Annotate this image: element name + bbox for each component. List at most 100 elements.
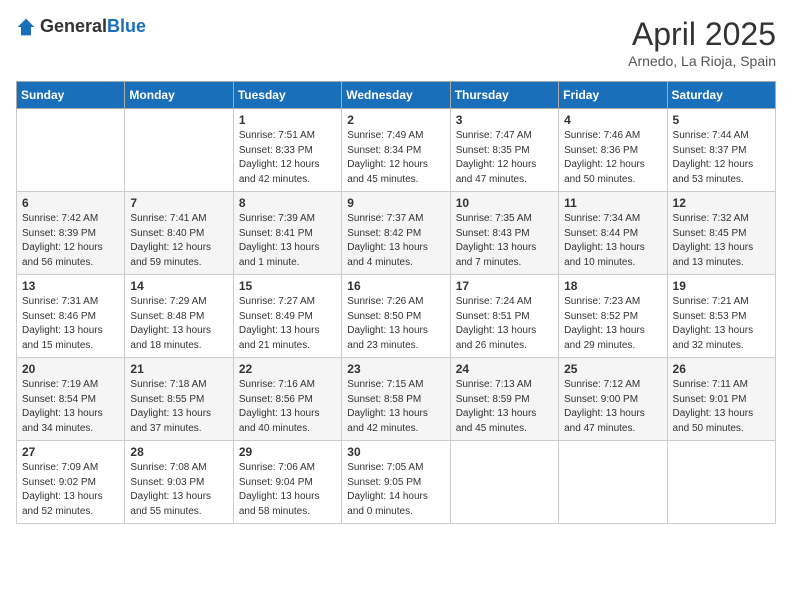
col-header-saturday: Saturday bbox=[667, 82, 775, 109]
calendar-cell: 27 Sunrise: 7:09 AMSunset: 9:02 PMDayligh… bbox=[17, 441, 125, 524]
calendar-cell: 16 Sunrise: 7:26 AMSunset: 8:50 PMDayligh… bbox=[342, 275, 450, 358]
calendar-week-row: 6 Sunrise: 7:42 AMSunset: 8:39 PMDaylight… bbox=[17, 192, 776, 275]
day-info: Sunrise: 7:09 AMSunset: 9:02 PMDaylight:… bbox=[22, 461, 119, 519]
day-number: 23 bbox=[347, 362, 444, 376]
calendar-cell: 24 Sunrise: 7:13 AMSunset: 8:59 PMDayligh… bbox=[450, 358, 558, 441]
day-number: 25 bbox=[564, 362, 661, 376]
day-info: Sunrise: 7:26 AMSunset: 8:50 PMDaylight:… bbox=[347, 295, 444, 353]
day-number: 29 bbox=[239, 445, 336, 459]
day-info: Sunrise: 7:21 AMSunset: 8:53 PMDaylight:… bbox=[673, 295, 770, 353]
day-info: Sunrise: 7:47 AMSunset: 8:35 PMDaylight:… bbox=[456, 129, 553, 187]
calendar-cell: 12 Sunrise: 7:32 AMSunset: 8:45 PMDayligh… bbox=[667, 192, 775, 275]
day-info: Sunrise: 7:23 AMSunset: 8:52 PMDaylight:… bbox=[564, 295, 661, 353]
day-number: 19 bbox=[673, 279, 770, 293]
day-number: 1 bbox=[239, 113, 336, 127]
day-number: 2 bbox=[347, 113, 444, 127]
day-info: Sunrise: 7:11 AMSunset: 9:01 PMDaylight:… bbox=[673, 378, 770, 436]
day-info: Sunrise: 7:16 AMSunset: 8:56 PMDaylight:… bbox=[239, 378, 336, 436]
day-info: Sunrise: 7:37 AMSunset: 8:42 PMDaylight:… bbox=[347, 212, 444, 270]
day-info: Sunrise: 7:32 AMSunset: 8:45 PMDaylight:… bbox=[673, 212, 770, 270]
day-info: Sunrise: 7:41 AMSunset: 8:40 PMDaylight:… bbox=[130, 212, 227, 270]
day-number: 26 bbox=[673, 362, 770, 376]
logo-icon bbox=[16, 17, 36, 37]
col-header-wednesday: Wednesday bbox=[342, 82, 450, 109]
calendar-cell: 6 Sunrise: 7:42 AMSunset: 8:39 PMDaylight… bbox=[17, 192, 125, 275]
day-info: Sunrise: 7:13 AMSunset: 8:59 PMDaylight:… bbox=[456, 378, 553, 436]
col-header-sunday: Sunday bbox=[17, 82, 125, 109]
calendar-cell bbox=[125, 109, 233, 192]
calendar-table: SundayMondayTuesdayWednesdayThursdayFrid… bbox=[16, 81, 776, 524]
day-info: Sunrise: 7:05 AMSunset: 9:05 PMDaylight:… bbox=[347, 461, 444, 519]
logo-blue: Blue bbox=[107, 16, 146, 36]
day-number: 28 bbox=[130, 445, 227, 459]
day-number: 15 bbox=[239, 279, 336, 293]
calendar-cell: 9 Sunrise: 7:37 AMSunset: 8:42 PMDaylight… bbox=[342, 192, 450, 275]
day-number: 24 bbox=[456, 362, 553, 376]
calendar-cell: 17 Sunrise: 7:24 AMSunset: 8:51 PMDayligh… bbox=[450, 275, 558, 358]
col-header-monday: Monday bbox=[125, 82, 233, 109]
day-info: Sunrise: 7:42 AMSunset: 8:39 PMDaylight:… bbox=[22, 212, 119, 270]
calendar-cell: 19 Sunrise: 7:21 AMSunset: 8:53 PMDayligh… bbox=[667, 275, 775, 358]
day-info: Sunrise: 7:19 AMSunset: 8:54 PMDaylight:… bbox=[22, 378, 119, 436]
day-number: 27 bbox=[22, 445, 119, 459]
logo: GeneralBlue bbox=[16, 16, 146, 37]
calendar-week-row: 27 Sunrise: 7:09 AMSunset: 9:02 PMDayligh… bbox=[17, 441, 776, 524]
day-number: 6 bbox=[22, 196, 119, 210]
col-header-friday: Friday bbox=[559, 82, 667, 109]
calendar-cell: 22 Sunrise: 7:16 AMSunset: 8:56 PMDayligh… bbox=[233, 358, 341, 441]
calendar-cell bbox=[17, 109, 125, 192]
day-info: Sunrise: 7:39 AMSunset: 8:41 PMDaylight:… bbox=[239, 212, 336, 270]
day-number: 7 bbox=[130, 196, 227, 210]
day-info: Sunrise: 7:51 AMSunset: 8:33 PMDaylight:… bbox=[239, 129, 336, 187]
day-info: Sunrise: 7:44 AMSunset: 8:37 PMDaylight:… bbox=[673, 129, 770, 187]
day-number: 18 bbox=[564, 279, 661, 293]
calendar-cell: 8 Sunrise: 7:39 AMSunset: 8:41 PMDaylight… bbox=[233, 192, 341, 275]
day-number: 8 bbox=[239, 196, 336, 210]
day-info: Sunrise: 7:06 AMSunset: 9:04 PMDaylight:… bbox=[239, 461, 336, 519]
calendar-cell: 4Sunrise: 7:46 AMSunset: 8:36 PMDaylight… bbox=[559, 109, 667, 192]
calendar-cell: 28Sunrise: 7:08 AMSunset: 9:03 PMDayligh… bbox=[125, 441, 233, 524]
calendar-cell bbox=[667, 441, 775, 524]
calendar-cell: 18 Sunrise: 7:23 AMSunset: 8:52 PMDayligh… bbox=[559, 275, 667, 358]
calendar-cell: 21Sunrise: 7:18 AMSunset: 8:55 PMDayligh… bbox=[125, 358, 233, 441]
day-info: Sunrise: 7:46 AMSunset: 8:36 PMDaylight:… bbox=[564, 129, 661, 187]
day-number: 11 bbox=[564, 196, 661, 210]
day-info: Sunrise: 7:24 AMSunset: 8:51 PMDaylight:… bbox=[456, 295, 553, 353]
day-number: 16 bbox=[347, 279, 444, 293]
calendar-cell: 5 Sunrise: 7:44 AMSunset: 8:37 PMDaylight… bbox=[667, 109, 775, 192]
calendar-cell: 30Sunrise: 7:05 AMSunset: 9:05 PMDayligh… bbox=[342, 441, 450, 524]
day-number: 12 bbox=[673, 196, 770, 210]
page-header: GeneralBlue April 2025 Arnedo, La Rioja,… bbox=[16, 16, 776, 69]
day-number: 14 bbox=[130, 279, 227, 293]
calendar-cell: 14 Sunrise: 7:29 AMSunset: 8:48 PMDayligh… bbox=[125, 275, 233, 358]
calendar-cell bbox=[559, 441, 667, 524]
day-number: 17 bbox=[456, 279, 553, 293]
calendar-cell: 10Sunrise: 7:35 AMSunset: 8:43 PMDayligh… bbox=[450, 192, 558, 275]
day-number: 21 bbox=[130, 362, 227, 376]
title-area: April 2025 Arnedo, La Rioja, Spain bbox=[628, 16, 776, 69]
calendar-cell: 13 Sunrise: 7:31 AMSunset: 8:46 PMDayligh… bbox=[17, 275, 125, 358]
day-number: 22 bbox=[239, 362, 336, 376]
day-info: Sunrise: 7:15 AMSunset: 8:58 PMDaylight:… bbox=[347, 378, 444, 436]
logo-general: General bbox=[40, 16, 107, 36]
calendar-cell: 15Sunrise: 7:27 AMSunset: 8:49 PMDayligh… bbox=[233, 275, 341, 358]
calendar-week-row: 1 Sunrise: 7:51 AMSunset: 8:33 PMDaylight… bbox=[17, 109, 776, 192]
day-number: 13 bbox=[22, 279, 119, 293]
day-info: Sunrise: 7:34 AMSunset: 8:44 PMDaylight:… bbox=[564, 212, 661, 270]
day-info: Sunrise: 7:35 AMSunset: 8:43 PMDaylight:… bbox=[456, 212, 553, 270]
col-header-thursday: Thursday bbox=[450, 82, 558, 109]
calendar-cell: 7 Sunrise: 7:41 AMSunset: 8:40 PMDaylight… bbox=[125, 192, 233, 275]
day-info: Sunrise: 7:29 AMSunset: 8:48 PMDaylight:… bbox=[130, 295, 227, 353]
day-info: Sunrise: 7:31 AMSunset: 8:46 PMDaylight:… bbox=[22, 295, 119, 353]
calendar-cell: 1 Sunrise: 7:51 AMSunset: 8:33 PMDaylight… bbox=[233, 109, 341, 192]
day-number: 9 bbox=[347, 196, 444, 210]
location-title: Arnedo, La Rioja, Spain bbox=[628, 53, 776, 69]
calendar-week-row: 20Sunrise: 7:19 AMSunset: 8:54 PMDayligh… bbox=[17, 358, 776, 441]
calendar-cell: 2Sunrise: 7:49 AMSunset: 8:34 PMDaylight… bbox=[342, 109, 450, 192]
col-header-tuesday: Tuesday bbox=[233, 82, 341, 109]
calendar-cell bbox=[450, 441, 558, 524]
calendar-cell: 23 Sunrise: 7:15 AMSunset: 8:58 PMDayligh… bbox=[342, 358, 450, 441]
day-number: 3 bbox=[456, 113, 553, 127]
day-number: 5 bbox=[673, 113, 770, 127]
calendar-header-row: SundayMondayTuesdayWednesdayThursdayFrid… bbox=[17, 82, 776, 109]
